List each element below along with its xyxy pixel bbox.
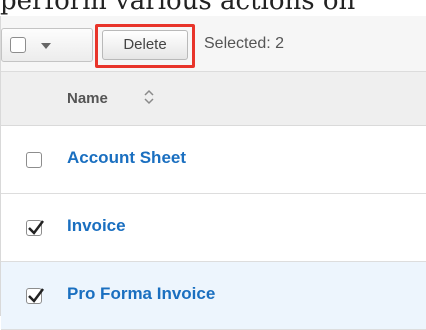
- partial-heading-text: perform various actions on: [0, 0, 356, 16]
- record-link[interactable]: Pro Forma Invoice: [67, 284, 215, 304]
- table-row: Account Sheet: [1, 126, 426, 194]
- row-checkbox[interactable]: [26, 152, 42, 168]
- table-row: Invoice: [1, 194, 426, 262]
- list-view-panel: Delete Selected: 2 Name Account Sheet In…: [0, 16, 426, 330]
- checkmark-icon: [28, 288, 44, 303]
- delete-button[interactable]: Delete: [102, 30, 188, 60]
- record-link[interactable]: Account Sheet: [67, 148, 186, 168]
- row-checkbox[interactable]: [26, 288, 44, 304]
- row-checkbox[interactable]: [26, 220, 44, 236]
- sort-icon[interactable]: [143, 88, 155, 106]
- column-header-name[interactable]: Name: [67, 90, 108, 107]
- list-toolbar: Delete Selected: 2: [1, 16, 426, 72]
- mass-select-dropdown[interactable]: [1, 28, 93, 62]
- select-all-checkbox[interactable]: [10, 37, 26, 53]
- selected-count: Selected: 2: [204, 35, 285, 52]
- checkmark-icon: [28, 220, 44, 235]
- chevron-down-icon[interactable]: [41, 43, 51, 49]
- table-row: Pro Forma Invoice: [1, 262, 426, 330]
- record-link[interactable]: Invoice: [67, 216, 126, 236]
- table-header: Name: [1, 72, 426, 126]
